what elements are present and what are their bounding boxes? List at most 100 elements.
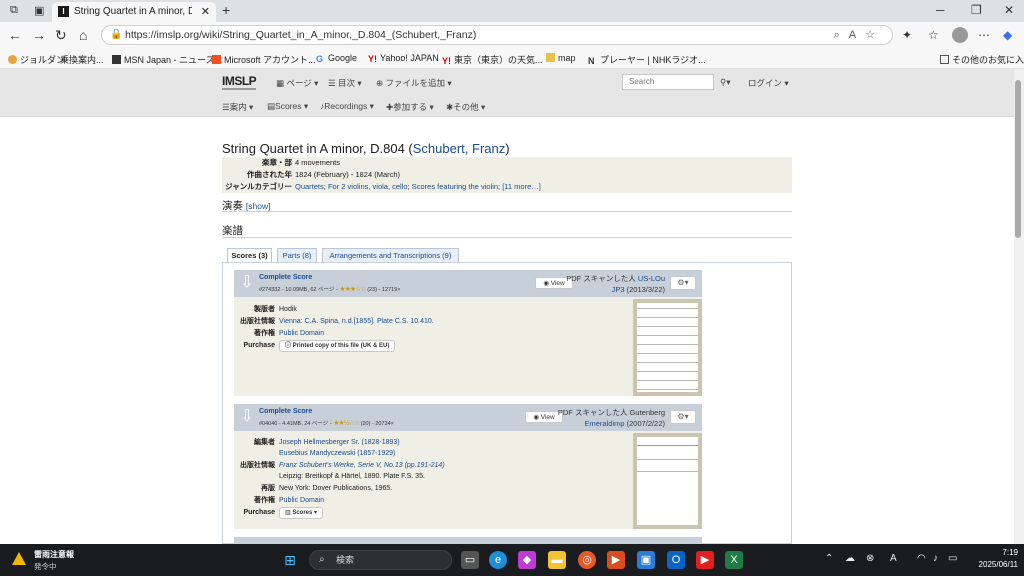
media-player-icon[interactable]: ▶ [607,551,625,569]
gear-icon[interactable]: ⚙▾ [670,410,696,424]
uploader-link[interactable]: US-LOu [638,274,665,283]
uploader-link[interactable]: JP3 [612,285,625,294]
more-genres-link[interactable]: [11 more…] [502,182,541,191]
clock-date[interactable]: 2025/06/11 [962,560,1018,569]
tray-close-icon[interactable]: ⊗ [866,553,874,564]
score-thumbnail[interactable] [633,299,702,396]
scrollbar-thumb[interactable] [1015,80,1021,238]
file-explorer-icon[interactable]: ▬ [548,551,566,569]
start-icon[interactable]: ⊞ [281,551,299,569]
clock-time[interactable]: 7:19 [970,548,1018,557]
gear-icon[interactable]: ⚙▾ [670,276,696,290]
task-view-icon[interactable]: ▭ [461,551,479,569]
nhk-icon: N [588,56,595,66]
search-input[interactable]: Search [622,74,714,90]
bookmark-item[interactable]: MSN Japan - ニュース... [112,53,222,66]
menu-icon: ☰ [222,102,230,112]
menu-page[interactable]: ▦ ページ ▾ [276,77,318,89]
close-tab-icon[interactable]: ✕ [201,2,210,22]
vertical-tabs-icon[interactable]: ▣ [34,4,44,17]
battery-icon[interactable]: ▭ [948,553,957,564]
login-menu[interactable]: ログイン ▾ [748,77,789,89]
scores-dropdown-button[interactable]: ▥ Scores ▾ [279,507,324,519]
show-link[interactable]: [show] [246,201,271,211]
outlook-icon[interactable]: O [667,551,685,569]
copilot-app-icon[interactable]: ◆ [518,551,536,569]
bookmark-item[interactable]: Y! 東京（東京）の天気... [442,53,543,66]
weather-alert-title[interactable]: 雷雨注意報 [34,549,74,560]
copilot-icon[interactable]: ◆ [1003,26,1012,44]
question-icon: ⓘ [285,343,293,349]
rating-stars-icon[interactable]: ★★½☆☆ [333,420,360,427]
bookmark-item[interactable]: ジョルダン [8,53,65,66]
menu-add-file[interactable]: ⊕ ファイルを追加 ▾ [376,77,452,89]
youtube-icon[interactable]: ▶ [696,551,714,569]
rating-stars-icon[interactable]: ★★★☆☆ [339,286,366,293]
home-icon[interactable]: ⌂ [79,26,87,44]
genre-link[interactable]: Quartets [295,182,324,191]
volume-icon[interactable]: ♪ [933,553,938,564]
bookmark-item[interactable]: map [546,53,576,63]
taskbar-search[interactable]: ⌕ 検索 [309,550,452,570]
purchase-button[interactable]: ⓘ Printed copy of this file (UK & EU) [279,340,396,352]
pdf-scan-info: PDF スキャンした人 US-LOu JP3 (2013/3/22) [566,274,665,294]
profile-avatar[interactable] [952,27,968,43]
other-favorites[interactable]: その他のお気に入り [940,53,1024,66]
wifi-icon[interactable]: ◠ [917,553,926,564]
menu-scores[interactable]: ▤Scores ▾ [267,101,308,112]
file-meta: #274332 - 10.09MB, 62 ページ - ★★★☆☆ (23) -… [259,286,401,293]
divider [222,211,792,212]
file-title-link[interactable]: Complete Score [259,274,312,281]
bookmark-item[interactable]: N プレーヤー | NHKラジオ... [588,53,706,66]
excel-icon[interactable]: X [725,551,743,569]
browser-tab[interactable]: I String Quartet in A minor, D.804 ( ✕ [52,2,216,22]
file-title-link[interactable]: Complete Score [259,408,312,415]
work-info-table: 楽章・部 4 movements 作曲された年 1824 (February) … [222,157,792,193]
photos-icon[interactable]: ▣ [637,551,655,569]
address-bar[interactable]: 🔒 https://imslp.org/wiki/String_Quartet_… [101,25,893,45]
browser-toolbar: ← → ↻ ⌂ 🔒 https://imslp.org/wiki/String_… [0,22,1024,48]
search-options-icon[interactable]: ⚲▾ [720,77,731,88]
maximize-icon[interactable]: ❐ [971,3,982,17]
genre-link[interactable]: For 2 violins, viola, cello [328,182,408,191]
menu-contents[interactable]: ☰ 目次 ▾ [328,77,362,89]
bookmarks-bar: ジョルダン 乗換案内... MSN Japan - ニュース... Micros… [0,48,1024,69]
menu-recordings[interactable]: ♪Recordings ▾ [320,101,374,112]
tray-chevron-icon[interactable]: ⌃ [825,553,833,564]
minimize-icon[interactable]: ─ [936,3,945,17]
weather-alert-sub[interactable]: 発令中 [34,561,57,572]
more-icon[interactable]: ⋯ [978,26,990,44]
new-tab-icon[interactable]: + [222,2,230,18]
composer-link[interactable]: Schubert, Franz [413,141,506,156]
download-arrow-icon[interactable]: ⇩ [240,275,254,291]
close-window-icon[interactable]: ✕ [1004,3,1014,17]
bookmark-item[interactable]: G Google [316,53,357,64]
score-thumbnail[interactable] [633,433,702,529]
onedrive-icon[interactable]: ☁ [845,553,855,564]
address-bar-actions-icon[interactable]: ⌕A☆ [834,26,884,44]
extensions-icon[interactable]: ✦ [902,26,912,44]
forward-icon[interactable]: → [32,26,46,44]
menu-guide[interactable]: ☰案内 ▾ [222,101,253,113]
tab-arrangements[interactable]: Arrangements and Transcriptions (9) [322,248,459,262]
adobe-icon[interactable]: A [890,553,897,564]
genre-link[interactable]: Scores featuring the violin [412,182,498,191]
imslp-logo[interactable]: IMSLP [222,74,257,88]
refresh-icon[interactable]: ↻ [55,26,67,44]
uploader-link[interactable]: Emeraldimp [585,419,625,428]
tab-scores[interactable]: Scores (3) [227,248,272,263]
bookmark-item[interactable]: 乗換案内... [60,53,104,66]
favorites-icon[interactable]: ☆ [928,26,939,44]
back-icon[interactable]: ← [8,26,22,44]
edge-icon[interactable]: e [489,551,507,569]
app-icon[interactable]: ◎ [578,551,596,569]
workspaces-icon[interactable]: ⧉ [10,4,18,17]
bookmark-item[interactable]: Y! Yahoo! JAPAN [368,53,439,64]
eye-icon: ◉ [543,280,551,287]
google-icon: G [316,54,324,64]
download-arrow-icon[interactable]: ⇩ [240,409,254,425]
menu-other[interactable]: ✱その他 ▾ [446,101,485,113]
menu-participate[interactable]: ✚参加する ▾ [386,101,434,113]
bookmark-item[interactable]: Microsoft アカウント... [212,53,316,66]
tab-parts[interactable]: Parts (8) [277,248,317,262]
